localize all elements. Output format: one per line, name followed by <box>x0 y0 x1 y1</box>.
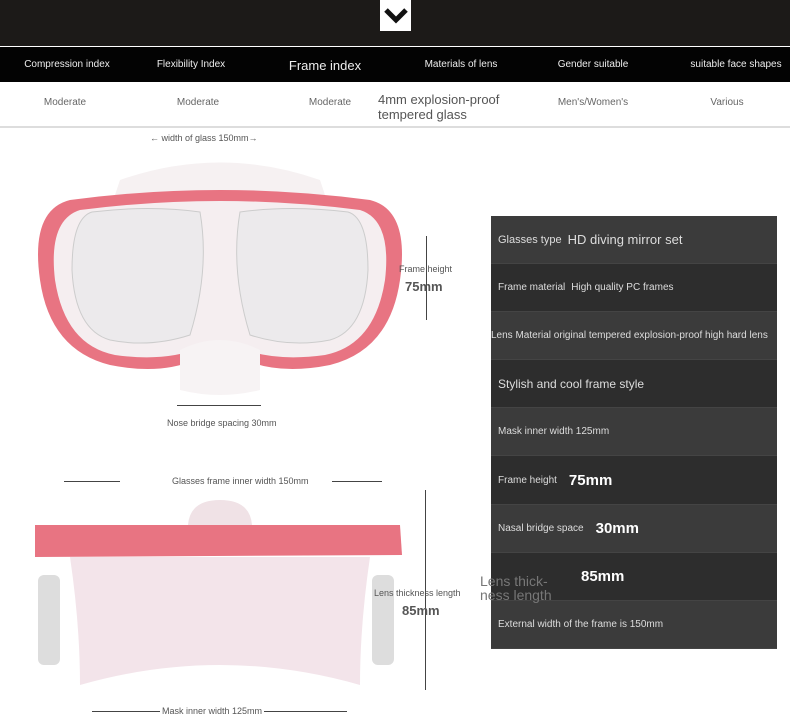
spec-value: 85mm <box>581 567 625 585</box>
value-flexibility: Moderate <box>176 97 220 108</box>
header-flexibility: Flexibility Index <box>156 59 226 70</box>
mask-inner-label: Mask inner width 125mm <box>160 706 265 716</box>
value-face: Various <box>710 97 744 108</box>
header-compression: Compression index <box>24 59 110 70</box>
nose-bridge-label: Nose bridge spacing 30mm <box>167 418 277 428</box>
spec-row: Lens Material original tempered explosio… <box>491 312 777 361</box>
thickness-value: 85mm <box>402 603 440 618</box>
spec-row: Frame height 75mm <box>491 456 777 505</box>
spec-value: High quality PC frames <box>571 282 674 294</box>
spec-label: Nasal bridge space <box>498 522 584 534</box>
inner-width-label: Glasses frame inner width 150mm <box>172 476 309 486</box>
spec-row: External width of the frame is 150mm <box>491 600 777 649</box>
header-frame: Frame index <box>288 58 362 73</box>
value-gender: Men's/Women's <box>557 97 629 108</box>
value-compression: Moderate <box>43 97 87 108</box>
spec-label: External width of the frame is 150mm <box>498 618 664 630</box>
mask-top-image <box>35 500 402 685</box>
spec-label: Frame material <box>498 282 566 294</box>
thickness-label: Lens thickness length <box>374 588 461 598</box>
spec-values-row: Moderate Moderate Moderate 4mm explosion… <box>0 82 790 128</box>
value-lens: 4mm explosion-proof tempered glass <box>378 92 500 122</box>
value-frame: Moderate <box>308 97 352 108</box>
spec-label: Stylish and cool frame style <box>498 376 645 391</box>
spec-row: Glasses type HD diving mirror set <box>491 216 777 265</box>
glass-width-label: ← width of glass 150mm→ <box>150 133 258 143</box>
spec-header-row: Compression index Flexibility Index Fram… <box>0 47 790 82</box>
spec-label: Mask inner width 125mm <box>498 426 610 438</box>
spec-value: 75mm <box>568 471 613 489</box>
height-arrow <box>426 236 427 320</box>
header-face: suitable face shapes <box>690 59 782 70</box>
spec-value: 30mm <box>595 519 639 537</box>
spec-value: HD diving mirror set <box>567 232 683 248</box>
spec-label: Lens Material original tempered explosio… <box>491 330 768 342</box>
width-arrow-right <box>332 481 382 482</box>
mask-front-image <box>38 162 402 395</box>
spec-row: Mask inner width 125mm <box>491 408 777 457</box>
nose-arrow <box>177 405 261 406</box>
spec-row: Frame material High quality PC frames <box>491 264 777 313</box>
frame-height-value: 75mm <box>405 279 443 294</box>
spec-label: Glasses type <box>498 233 562 246</box>
spec-label: Frame height <box>498 474 557 486</box>
frame-height-label: Frame height <box>399 264 453 274</box>
width-arrow-left <box>64 481 120 482</box>
spec-row: Stylish and cool frame style <box>491 360 777 409</box>
chevron-down-icon <box>380 0 411 31</box>
lens-thickness-overlay: Lens thick-ness length <box>480 573 552 603</box>
header-lens: Materials of lens <box>424 59 498 70</box>
spec-row: Nasal bridge space 30mm <box>491 504 777 553</box>
header-gender: Gender suitable <box>557 59 629 70</box>
